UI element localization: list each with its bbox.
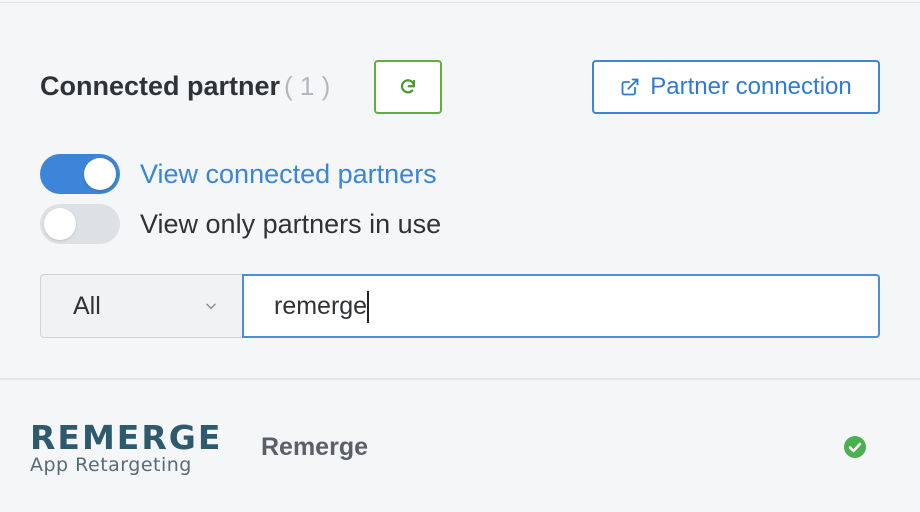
- header: Connected partner( 1 ) Partner connectio…: [40, 60, 880, 114]
- partner-row[interactable]: REMERGE App Retargeting Remerge: [0, 380, 920, 512]
- external-link-icon: [621, 78, 639, 96]
- title-text: Connected partner: [40, 71, 281, 101]
- text-cursor: [367, 291, 369, 323]
- logo-subtext: App Retargeting: [30, 454, 192, 476]
- refresh-icon: [400, 79, 416, 94]
- refresh-button[interactable]: [374, 60, 442, 114]
- remerge-logo: REMERGE App Retargeting: [30, 418, 220, 478]
- page-title: Connected partner( 1 ): [40, 71, 330, 102]
- toggle-knob: [84, 158, 116, 190]
- partner-connection-button[interactable]: Partner connection: [592, 60, 880, 114]
- toggle-row-in-use: View only partners in use: [40, 204, 441, 244]
- partner-name: Remerge: [261, 433, 368, 461]
- select-value: All: [73, 291, 101, 320]
- check-circle-icon: [844, 436, 866, 458]
- category-select[interactable]: All: [40, 274, 244, 338]
- top-border: [0, 2, 920, 3]
- logo-text: REMERGE: [30, 418, 223, 457]
- partner-count: ( 1 ): [284, 71, 331, 101]
- toggle-row-connected: View connected partners: [40, 154, 437, 194]
- chevron-down-icon: [206, 303, 216, 310]
- partner-connection-label: Partner connection: [650, 73, 852, 100]
- view-in-use-toggle[interactable]: [40, 204, 120, 244]
- view-connected-label[interactable]: View connected partners: [140, 159, 437, 190]
- toggle-knob: [44, 208, 76, 240]
- search-input[interactable]: [242, 274, 880, 338]
- view-connected-toggle[interactable]: [40, 154, 120, 194]
- filter-row: All: [40, 274, 880, 338]
- view-in-use-label[interactable]: View only partners in use: [140, 209, 441, 240]
